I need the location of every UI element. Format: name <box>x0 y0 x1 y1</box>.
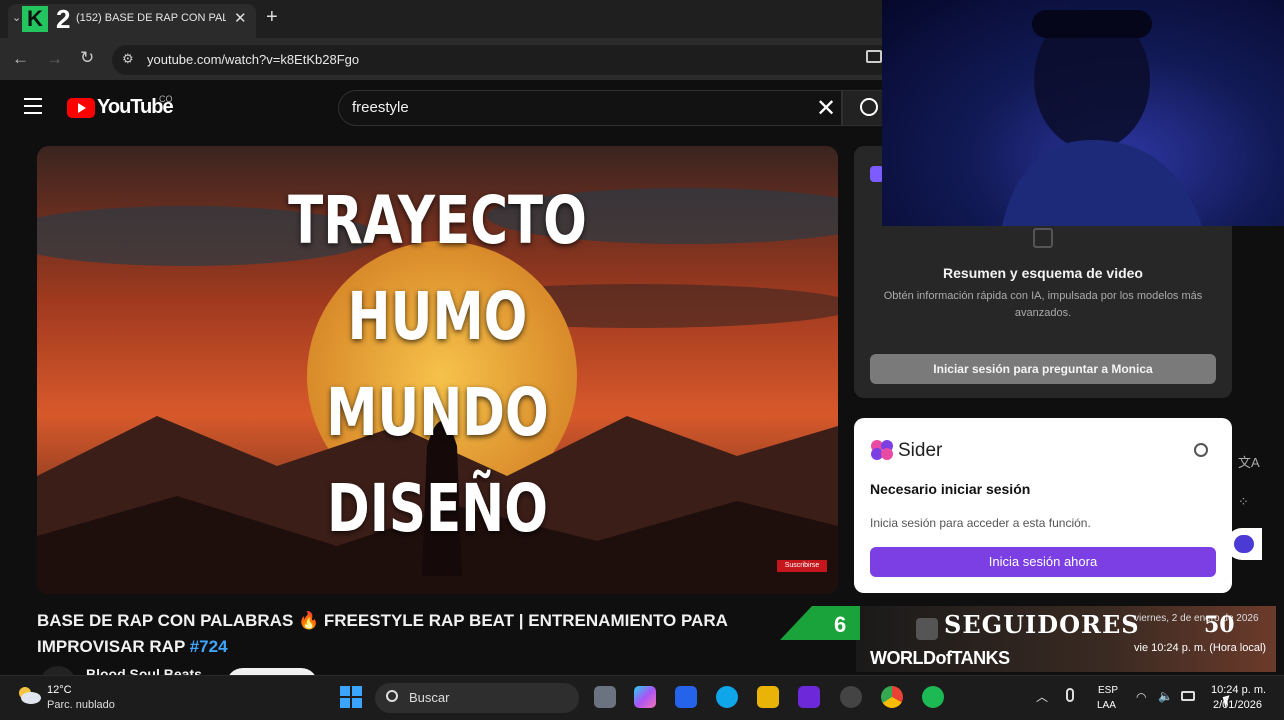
microphone-icon[interactable] <box>1066 688 1074 702</box>
world-of-tanks-logo: WORLDofTANKS <box>870 648 1010 668</box>
stream-badge-k: K <box>22 6 48 32</box>
monica-title: Resumen y esquema de video <box>943 265 1143 281</box>
chrome-icon[interactable] <box>881 686 903 708</box>
search-input[interactable] <box>338 90 842 126</box>
keyboard-layout-indicator[interactable]: LAA <box>1097 700 1116 711</box>
wifi-icon[interactable]: ◠ <box>1136 690 1146 704</box>
video-title: BASE DE RAP CON PALABRAS 🔥 FREESTYLE RAP… <box>37 608 777 660</box>
translate-icon[interactable]: 文A <box>1238 452 1260 471</box>
sider-heading: Necesario iniciar sesión <box>870 481 1031 497</box>
file-explorer-icon[interactable] <box>757 686 779 708</box>
followers-count: 50 <box>1204 612 1235 638</box>
subscribe-watermark[interactable]: Suscribirse <box>777 560 827 572</box>
video-player[interactable]: TRAYECTO HUMO MUNDO DISEÑO Suscribirse <box>37 146 838 594</box>
video-title-text: BASE DE RAP CON PALABRAS 🔥 FREESTYLE RAP… <box>37 611 728 656</box>
hamburger-menu-icon[interactable] <box>24 98 42 114</box>
spotify-icon[interactable] <box>922 686 944 708</box>
recorder-icon[interactable] <box>840 686 862 708</box>
followers-label: SEGUIDORES <box>944 610 1140 639</box>
back-icon[interactable]: ← <box>12 49 29 69</box>
streamer-silhouette <box>1002 10 1202 226</box>
apps-icon[interactable]: ⁘ <box>1238 494 1249 510</box>
battery-icon[interactable] <box>1181 691 1195 701</box>
video-text-line-3: MUNDO <box>326 374 549 451</box>
green-banner-number: 6 <box>834 612 847 637</box>
video-hashtag-link[interactable]: #724 <box>190 637 228 656</box>
video-text-line-4: DISEÑO <box>327 470 548 547</box>
monica-description: Obtén información rápida con IA, impulsa… <box>883 290 1203 319</box>
language-indicator[interactable]: ESP <box>1098 685 1118 696</box>
youtube-logo-icon[interactable] <box>67 98 95 118</box>
search-icon[interactable] <box>860 98 878 116</box>
windows-start-icon[interactable] <box>340 686 362 708</box>
green-banner-shape <box>780 606 860 640</box>
tray-chevron-icon[interactable]: ︿ <box>1036 688 1048 705</box>
clock-date[interactable]: 2/01/2026 <box>1213 699 1262 711</box>
new-tab-button[interactable]: + <box>266 6 278 29</box>
clock-time[interactable]: 10:24 p. m. <box>1211 684 1266 696</box>
tab-title[interactable]: (152) BASE DE RAP CON PALAB <box>76 12 226 24</box>
webcam-overlay <box>882 0 1284 226</box>
volume-icon[interactable]: 🔈 <box>1158 689 1173 703</box>
cast-icon[interactable] <box>866 50 882 63</box>
clear-search-icon[interactable]: ✕ <box>816 94 836 123</box>
tab-close-icon[interactable]: ✕ <box>234 9 247 27</box>
weather-cloud-icon[interactable] <box>16 684 42 706</box>
sider-float-button[interactable] <box>1226 528 1262 560</box>
monica-login-button[interactable]: Iniciar sesión para preguntar a Monica <box>870 354 1216 384</box>
taskbar-search[interactable] <box>375 683 579 713</box>
settings-icon[interactable] <box>1194 443 1208 457</box>
edge-icon[interactable] <box>716 686 738 708</box>
outlook-icon[interactable] <box>675 686 697 708</box>
tab-search-icon[interactable]: ⌄ <box>12 11 21 24</box>
sider-brain-icon <box>871 440 893 460</box>
task-view-icon[interactable] <box>594 686 616 708</box>
stream-badge-number: 2 <box>56 4 71 34</box>
sider-description: Inicia sesión para acceder a esta funció… <box>870 516 1091 530</box>
country-code: CO <box>159 94 173 104</box>
document-icon <box>1033 228 1053 248</box>
sider-login-button[interactable]: Inicia sesión ahora <box>870 547 1216 577</box>
video-text-line-1: TRAYECTO <box>288 182 587 259</box>
search-input-value[interactable]: freestyle <box>352 99 409 116</box>
site-info-icon[interactable]: ⚙ <box>122 51 134 67</box>
overlay-date: viernes, 2 de enero de 2026 <box>1134 613 1259 624</box>
taskbar-search-label[interactable]: Buscar <box>409 690 449 705</box>
copilot-icon[interactable] <box>634 686 656 708</box>
sider-brand-name: Sider <box>898 440 943 461</box>
video-text-line-2: HUMO <box>347 278 528 355</box>
weather-condition[interactable]: Parc. nublado <box>47 699 115 711</box>
world-of-tanks-emblem-icon <box>916 618 938 640</box>
overlay-local-time: vie 10:24 p. m. (Hora local) <box>1134 642 1267 654</box>
reload-icon[interactable]: ↻ <box>80 48 94 68</box>
weather-temperature[interactable]: 12°C <box>47 684 72 696</box>
teams-icon[interactable] <box>798 686 820 708</box>
forward-icon[interactable]: → <box>46 49 63 69</box>
taskbar-search-icon <box>386 690 398 702</box>
url-text[interactable]: youtube.com/watch?v=k8EtKb28Fgo <box>147 52 359 67</box>
